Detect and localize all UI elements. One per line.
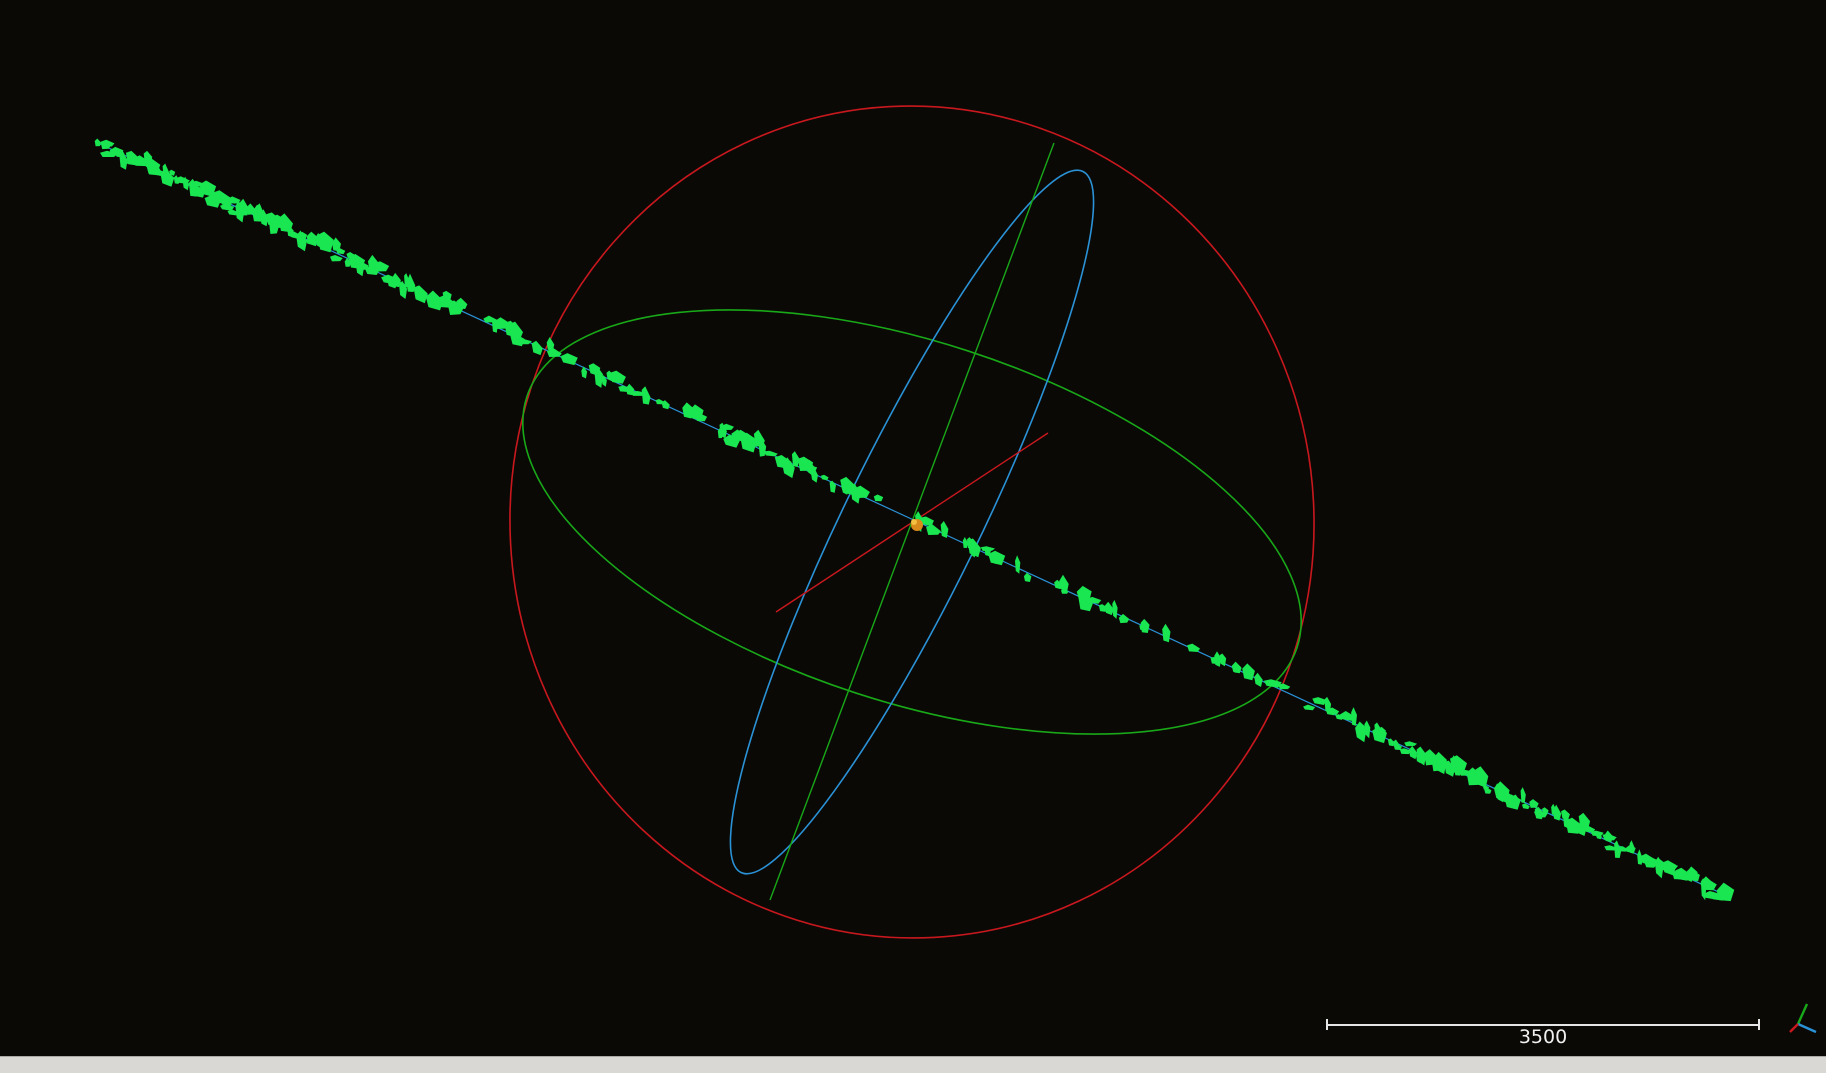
- particle: [829, 480, 836, 493]
- xyz-axes-icon: [1789, 1003, 1817, 1034]
- particle: [413, 285, 428, 304]
- particle: [330, 255, 343, 262]
- particle: [1351, 707, 1357, 726]
- particle: [1629, 840, 1635, 854]
- particle: [1242, 663, 1255, 681]
- particle: [1513, 794, 1519, 802]
- particle: [854, 485, 870, 499]
- particle: [1529, 799, 1539, 808]
- particle: [1015, 555, 1021, 574]
- particle: [1303, 704, 1316, 711]
- particle: [1327, 707, 1340, 715]
- 3d-viewport[interactable]: 3500: [0, 0, 1826, 1056]
- particle: [1602, 833, 1617, 841]
- particle: [1112, 599, 1118, 619]
- center-marker: [911, 519, 923, 531]
- particle: [641, 386, 651, 405]
- scale-bar-label: 3500: [1518, 1026, 1568, 1048]
- particle: [1716, 882, 1735, 902]
- particle: [531, 340, 543, 356]
- particle: [1254, 672, 1263, 687]
- particle: [1140, 618, 1150, 633]
- particle: [1654, 856, 1664, 879]
- particle: [1187, 643, 1201, 652]
- particle: [873, 494, 884, 502]
- status-bar: [0, 1056, 1826, 1073]
- particle: [94, 138, 102, 147]
- particle: [609, 370, 626, 384]
- particle: [926, 524, 941, 535]
- particle: [763, 450, 778, 457]
- particle: [1404, 741, 1417, 747]
- particle: [100, 139, 115, 147]
- particle: [509, 321, 523, 340]
- particle: [940, 521, 949, 538]
- particle: [560, 353, 578, 366]
- particle: [601, 375, 607, 387]
- particle: [1104, 601, 1114, 616]
- particle: [820, 474, 829, 481]
- particle: [1162, 623, 1171, 643]
- particle: [962, 537, 968, 548]
- particle: [317, 231, 334, 253]
- particle: [1408, 745, 1418, 760]
- particle: [1504, 794, 1521, 810]
- scale-bar: 3500: [1326, 1018, 1760, 1048]
- particle: [1520, 787, 1526, 803]
- scene-canvas: [94, 105, 1735, 939]
- particle: [374, 261, 390, 272]
- particle: [456, 297, 468, 309]
